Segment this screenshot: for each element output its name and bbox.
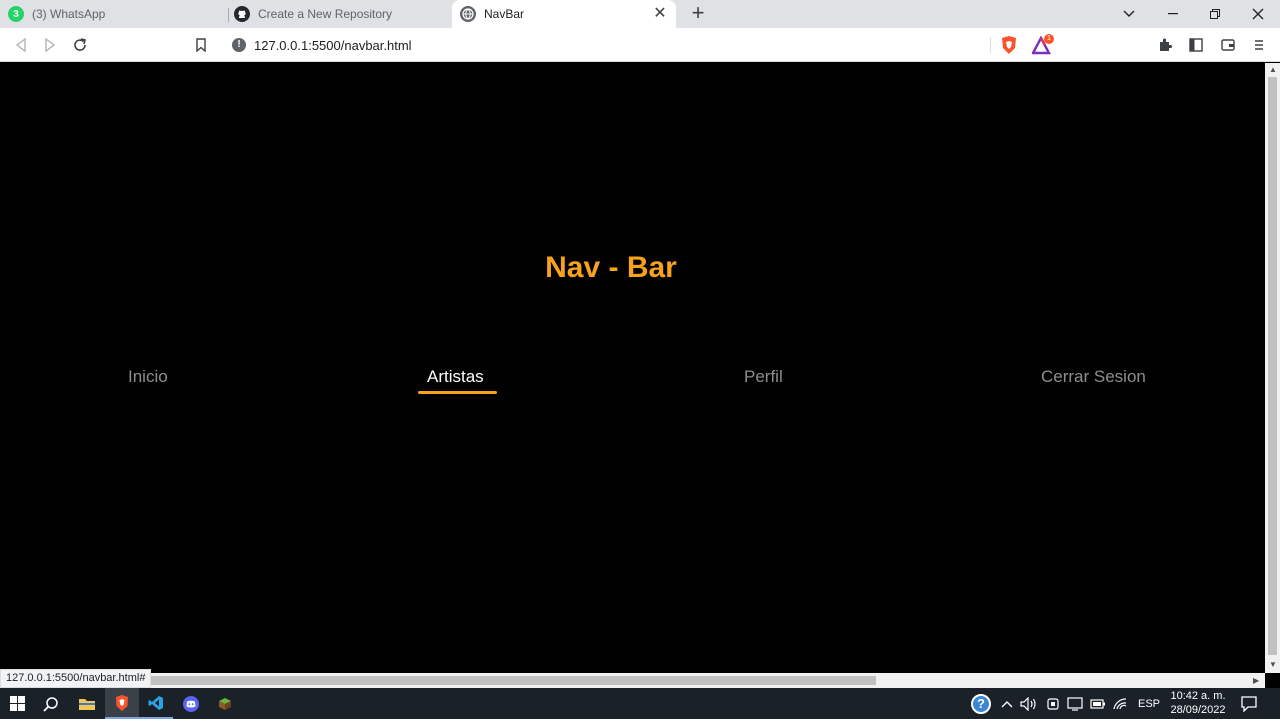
tab-navbar[interactable]: NavBar ✕: [452, 0, 676, 28]
discord-icon[interactable]: [174, 688, 208, 719]
tab-strip: 3 (3) WhatsApp Create a New Repository N…: [0, 0, 1280, 28]
horizontal-scrollbar[interactable]: ▶: [0, 673, 1265, 688]
brave-taskbar-icon[interactable]: [105, 688, 139, 719]
chevron-up-icon[interactable]: [1001, 688, 1013, 719]
tab-whatsapp[interactable]: 3 (3) WhatsApp: [8, 0, 228, 28]
tab-search-chevron-icon[interactable]: [1107, 0, 1151, 28]
back-icon[interactable]: [9, 33, 33, 57]
url-divider: [990, 37, 991, 53]
close-window-button[interactable]: [1236, 0, 1280, 28]
tab-github[interactable]: Create a New Repository: [234, 0, 448, 28]
brave-rewards-icon[interactable]: 1: [1031, 34, 1054, 61]
wallet-icon[interactable]: [1216, 33, 1240, 57]
page-title: Nav - Bar: [545, 251, 677, 284]
minimize-button[interactable]: [1151, 0, 1195, 28]
file-explorer-icon[interactable]: [70, 688, 104, 719]
clock-time: 10:42 a. m.: [1170, 690, 1226, 702]
meet-now-icon[interactable]: [1046, 688, 1060, 719]
clock-date: 28/09/2022: [1170, 704, 1226, 716]
wifi-icon[interactable]: [1113, 688, 1127, 719]
active-nav-indicator: [418, 391, 497, 394]
close-tab-icon[interactable]: ✕: [652, 6, 668, 22]
windows-start-icon[interactable]: [0, 688, 34, 719]
restore-button[interactable]: [1193, 0, 1237, 28]
tab-label: Create a New Repository: [258, 7, 393, 21]
clock[interactable]: 10:42 a. m. 28/09/2022: [1166, 689, 1230, 717]
vscode-icon[interactable]: [139, 688, 173, 719]
extensions-puzzle-icon[interactable]: [1153, 33, 1177, 57]
help-tray-icon[interactable]: ?: [971, 688, 991, 719]
nav-link-artistas[interactable]: Artistas: [427, 367, 484, 387]
nav-link-inicio[interactable]: Inicio: [128, 367, 168, 387]
globe-icon: [460, 6, 476, 22]
rewards-badge: 1: [1044, 34, 1054, 44]
menu-icon[interactable]: [1247, 33, 1271, 57]
nav-link-perfil[interactable]: Perfil: [744, 367, 783, 387]
scroll-up-icon[interactable]: ▲: [1269, 65, 1277, 74]
address-bar[interactable]: ! 127.0.0.1:5500/navbar.html 1: [222, 31, 1060, 59]
status-url: 127.0.0.1:5500/navbar.html#: [0, 669, 152, 688]
nav-link-cerrar-sesion[interactable]: Cerrar Sesion: [1041, 367, 1146, 387]
github-icon: [234, 6, 250, 22]
page-viewport: Nav - Bar Inicio Artistas Perfil Cerrar …: [0, 63, 1265, 673]
tab-label: NavBar: [484, 7, 525, 21]
tab-label: (3) WhatsApp: [32, 7, 106, 21]
scroll-down-icon[interactable]: ▼: [1269, 660, 1277, 669]
help-badge: ?: [971, 693, 991, 714]
taskbar: ? ESP 10:42 a. m. 28/09/2022: [0, 688, 1280, 719]
search-icon[interactable]: [34, 688, 68, 719]
new-tab-button[interactable]: +: [687, 2, 709, 25]
vertical-scrollbar[interactable]: ▲ ▼: [1265, 63, 1280, 673]
volume-icon[interactable]: [1020, 688, 1038, 719]
notifications-icon[interactable]: [1241, 688, 1257, 719]
minecraft-icon[interactable]: [208, 688, 242, 719]
forward-icon[interactable]: [38, 33, 62, 57]
language-indicator[interactable]: ESP: [1138, 688, 1160, 719]
url-text[interactable]: 127.0.0.1:5500/navbar.html: [254, 38, 412, 53]
display-icon[interactable]: [1067, 688, 1083, 719]
scroll-right-icon[interactable]: ▶: [1253, 676, 1259, 685]
sidebar-icon[interactable]: [1184, 33, 1208, 57]
bookmark-icon[interactable]: [189, 33, 213, 57]
battery-icon[interactable]: [1090, 688, 1106, 719]
reload-icon[interactable]: [68, 33, 92, 57]
browser-toolbar: ! 127.0.0.1:5500/navbar.html 1: [0, 28, 1280, 62]
whatsapp-icon: 3: [8, 6, 24, 22]
info-icon[interactable]: !: [232, 38, 246, 52]
tab-separator: [228, 8, 229, 22]
brave-shield-icon[interactable]: [1000, 35, 1018, 60]
vertical-scroll-thumb[interactable]: [1268, 77, 1277, 655]
